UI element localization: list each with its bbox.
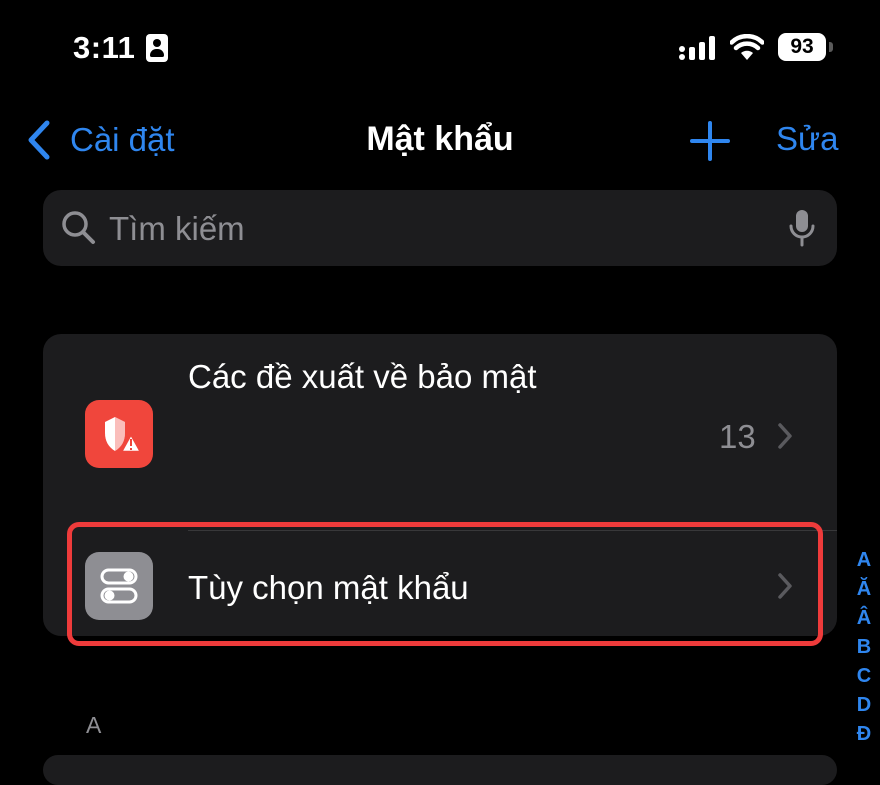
search-input[interactable] [107,204,771,254]
index-letter[interactable]: D [852,691,876,720]
search-bar[interactable] [43,190,837,266]
add-password-button[interactable] [690,121,730,161]
security-warning-icon [85,400,153,468]
settings-card: Các đề xuất về bảo mật 13 Tùy chọn mật k… [43,334,837,636]
back-button-label: Cài đặt [70,121,175,158]
index-letter[interactable]: A [852,546,876,575]
back-button[interactable]: Cài đặt [26,118,175,162]
security-recommendations-label: Các đề xuất về bảo mật [188,358,537,395]
index-letter[interactable]: Â [852,604,876,633]
chevron-right-icon [778,423,792,449]
toggle-settings-icon [85,552,153,620]
security-count-badge: 13 [719,418,756,455]
battery-indicator: 93 [778,33,826,61]
index-letter[interactable]: B [852,633,876,662]
chevron-left-icon [28,120,50,160]
alphabet-index[interactable]: A Ă Â B C D Đ [852,546,876,749]
wifi-icon [730,34,764,60]
password-options-label: Tùy chọn mật khẩu [188,569,469,606]
status-time: 3:11 [73,30,136,65]
index-letter[interactable]: C [852,662,876,691]
password-list-card [43,755,837,785]
cellular-signal-icon [679,36,715,60]
microphone-icon[interactable] [787,208,817,248]
chevron-right-icon [778,573,792,599]
focus-person-icon [146,34,168,62]
edit-button[interactable]: Sửa [776,120,838,158]
index-letter[interactable]: Ă [852,575,876,604]
battery-tip [829,42,833,52]
section-header: A [86,712,102,738]
search-icon [62,211,95,244]
index-letter[interactable]: Đ [852,720,876,749]
